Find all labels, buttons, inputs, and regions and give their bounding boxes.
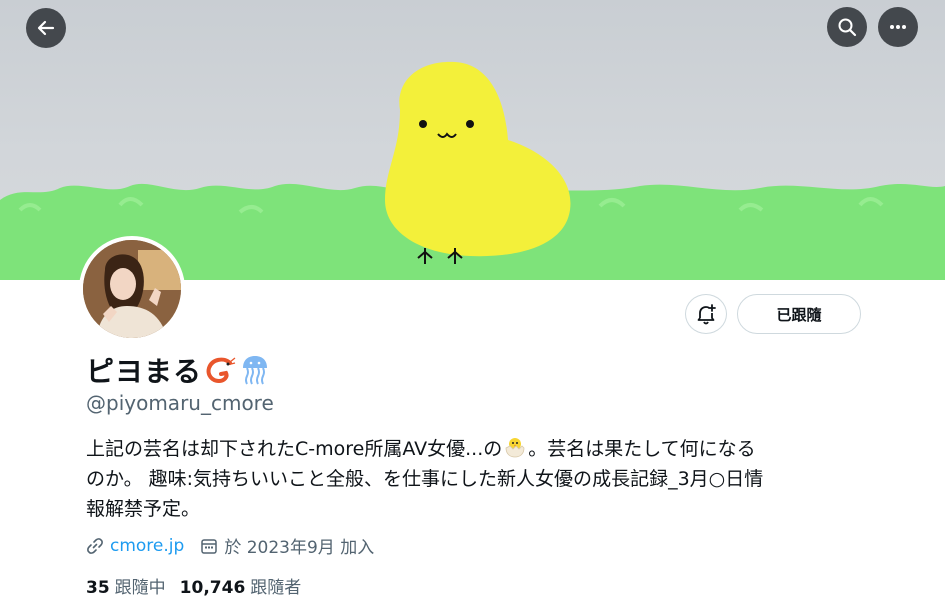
following-button-label: 已跟隨 [776, 305, 822, 324]
followers-count: 10,746 [179, 578, 246, 598]
followers-label: 跟隨者 [250, 578, 302, 598]
follow-stats: 35 跟隨中 10,746 跟隨者 [86, 573, 315, 598]
display-name-row: ピヨまる [86, 350, 270, 390]
display-name: ピヨまる [86, 355, 203, 388]
calendar-icon [201, 538, 218, 554]
website-link[interactable]: cmore.jp [110, 536, 184, 556]
followers-stat[interactable]: 10,746 跟隨者 [180, 573, 302, 598]
chick-illustration [385, 61, 571, 257]
profile-bio: 上記の芸名は却下されたC-more所属AV女優...の 。芸名は果たして何になる… [86, 434, 866, 524]
following-label: 跟隨中 [114, 578, 166, 598]
username-handle: @piyomaru_cmore [86, 391, 274, 415]
following-stat[interactable]: 35 跟隨中 [86, 573, 166, 598]
following-button[interactable]: 已跟隨 [737, 294, 861, 334]
following-count: 35 [86, 578, 110, 598]
avatar-photo [83, 240, 181, 338]
profile-meta: cmore.jp 於 2023年9月 加入 [86, 533, 374, 558]
bio-line-2: のか。 趣味:気持ちいいこと全般、を仕事にした新人女優の成長記録_3月○日情 [86, 468, 764, 490]
jellyfish-emoji-icon [243, 356, 268, 385]
search-button[interactable] [827, 7, 867, 47]
avatar[interactable] [79, 236, 185, 342]
shrimp-emoji-icon [206, 357, 236, 384]
search-icon [838, 18, 857, 37]
back-button[interactable] [26, 8, 66, 48]
hatching-chick-emoji-icon [505, 438, 525, 458]
bio-line-3: 報解禁予定。 [86, 498, 201, 520]
bio-line-1: 上記の芸名は却下されたC-more所属AV女優...の 。芸名は果たして何になる [86, 438, 756, 460]
bell-plus-icon [697, 304, 716, 325]
more-dots-icon [890, 25, 906, 29]
notification-button[interactable] [685, 294, 727, 334]
more-button[interactable] [878, 7, 918, 47]
joined-date: 於 2023年9月 加入 [224, 538, 375, 558]
arrow-left-icon [37, 20, 55, 36]
link-icon [87, 537, 103, 554]
